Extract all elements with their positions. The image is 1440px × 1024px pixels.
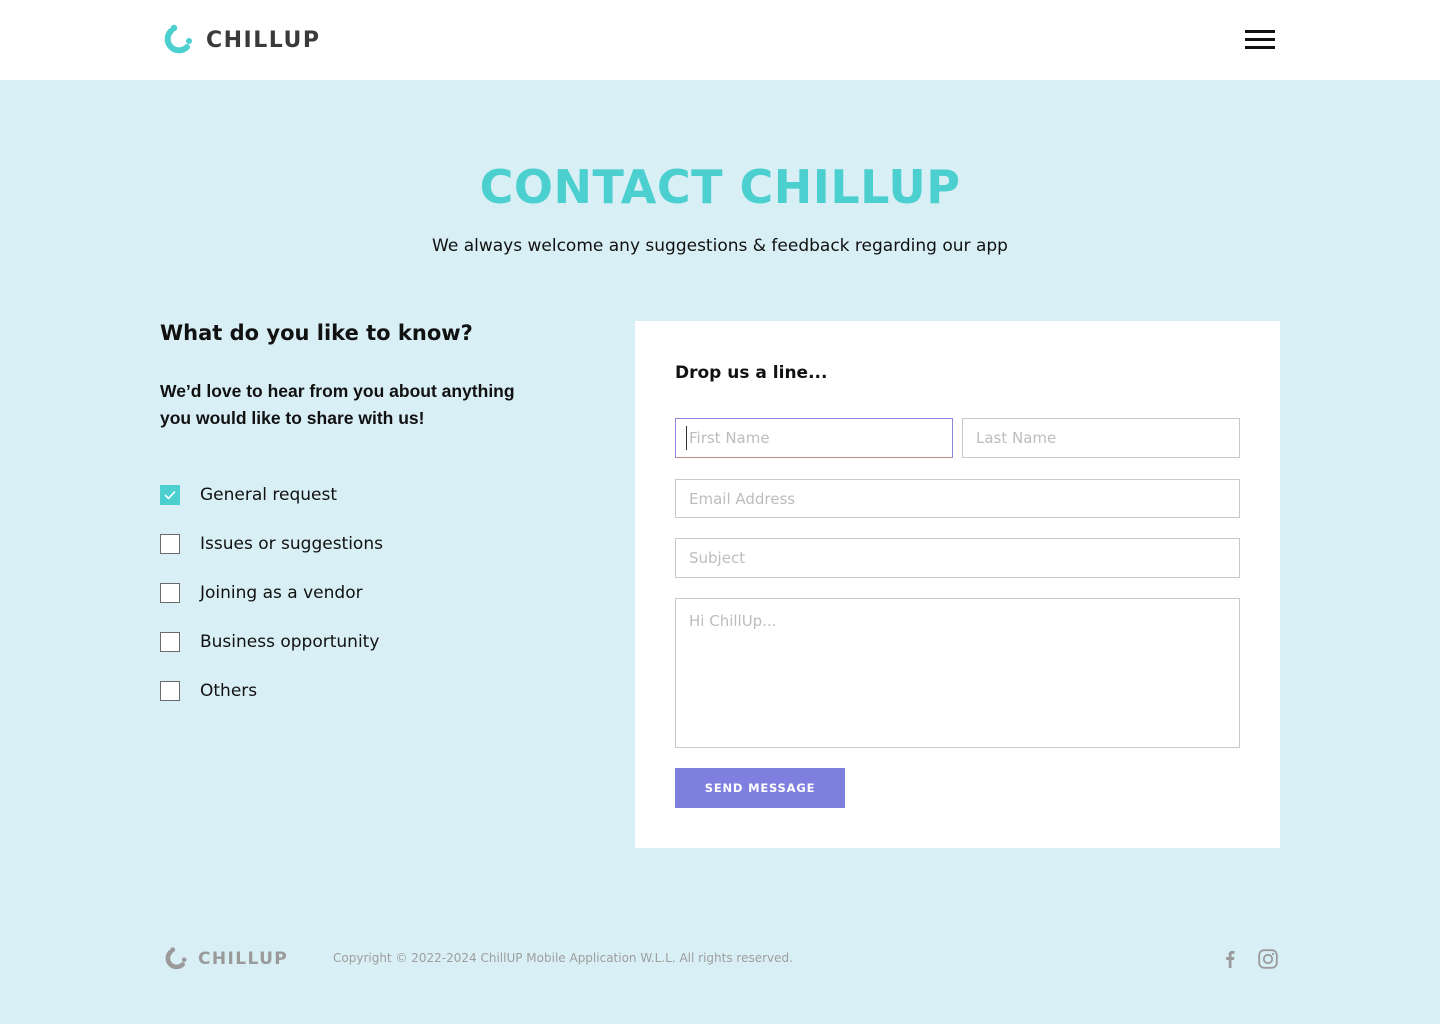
copyright-text: Copyright © 2022-2024 ChillUP Mobile App… [333,951,793,965]
message-field[interactable] [675,598,1240,748]
checkbox-checked[interactable] [160,484,180,505]
menu-bar [1245,46,1275,49]
topics-description: We’d love to hear from you about anythin… [160,381,515,428]
site-header: CHILLUP [0,0,1440,80]
contact-form-card: Drop us a line... SEND MESSAGE [635,321,1280,848]
checkbox[interactable] [160,582,180,603]
topic-label: General request [200,484,338,505]
facebook-icon[interactable] [1219,948,1241,970]
menu-bar [1245,38,1275,41]
hamburger-menu-icon[interactable] [1243,28,1277,52]
page-subtitle: We always welcome any suggestions & feed… [432,236,1008,256]
topic-option-others[interactable]: Others [160,662,383,719]
topic-label: Issues or suggestions [200,533,383,554]
brand-name: CHILLUP [206,27,321,53]
send-message-button[interactable]: SEND MESSAGE [675,768,845,808]
topic-label: Others [200,680,258,701]
topic-label: Business opportunity [200,631,380,652]
checkmark-icon [164,490,176,500]
text-caret [686,426,687,450]
topic-label: Joining as a vendor [200,582,363,603]
instagram-icon[interactable] [1257,948,1279,970]
form-title: Drop us a line... [675,363,828,383]
checkbox[interactable] [160,533,180,554]
brand-logo[interactable]: CHILLUP [160,24,320,56]
subject-field[interactable] [675,538,1240,578]
topic-checklist: General request Issues or suggestions Jo… [160,474,383,719]
menu-bar [1245,30,1275,33]
checkbox[interactable] [160,631,180,652]
topics-heading: What do you like to know? [160,321,473,345]
footer-brand-name: CHILLUP [198,949,289,969]
page-title: CONTACT CHILLUP [479,160,961,214]
chillup-logo-icon [165,947,187,970]
chillup-logo-icon [164,24,192,54]
checkbox[interactable] [160,680,180,701]
last-name-field[interactable] [962,418,1240,458]
email-field[interactable] [675,479,1240,518]
footer-logo[interactable]: CHILLUP [162,946,288,972]
first-name-field[interactable] [675,418,953,458]
